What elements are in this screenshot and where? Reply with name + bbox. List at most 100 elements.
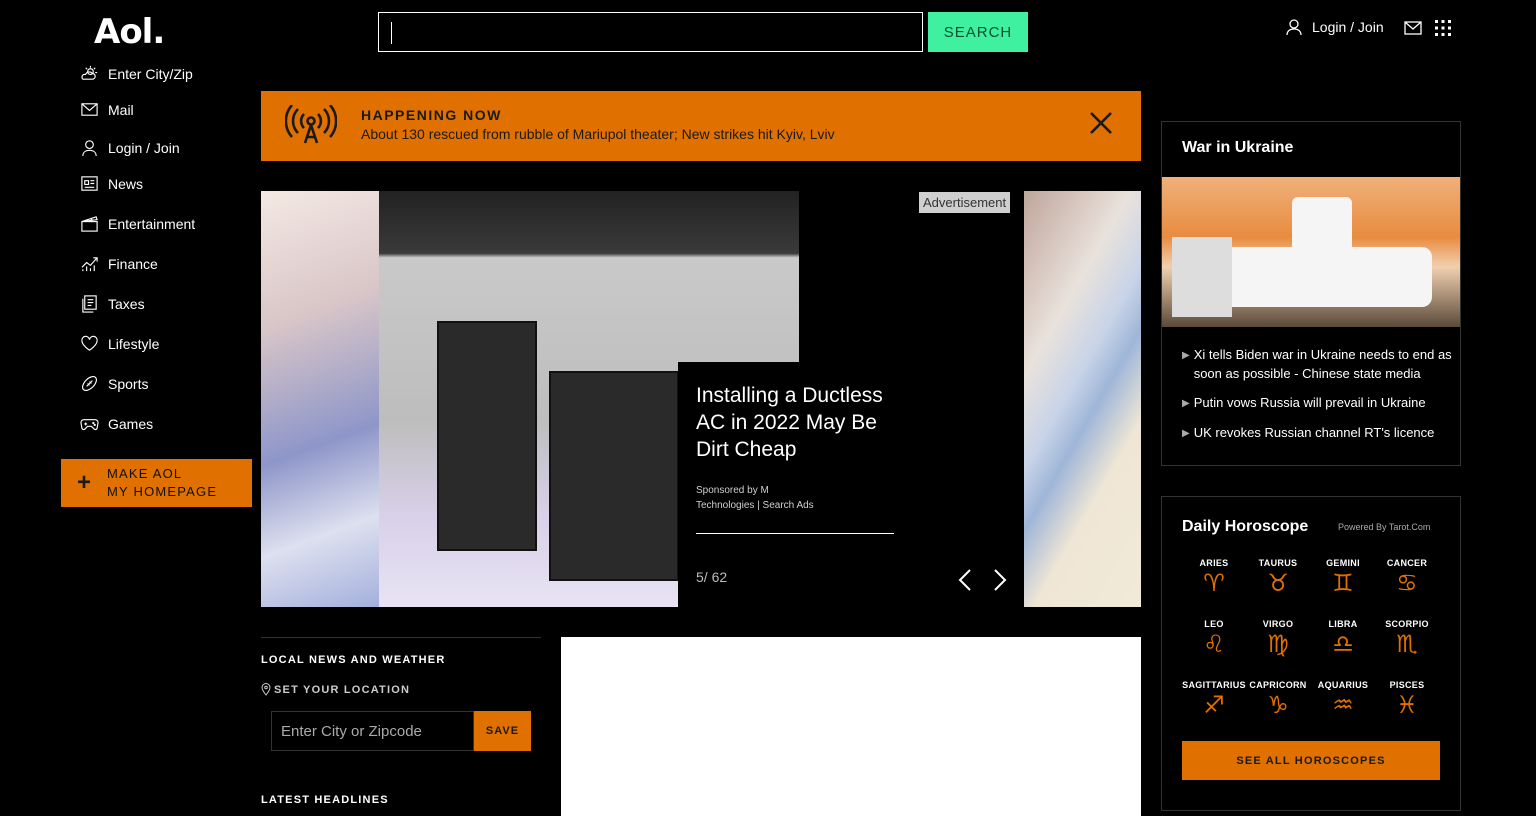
- sidebar-item-entertainment[interactable]: Entertainment: [80, 214, 195, 233]
- sidebar-item-news[interactable]: News: [80, 174, 143, 193]
- weather-icon: [81, 65, 98, 80]
- header-login-link[interactable]: Login / Join: [1285, 18, 1384, 36]
- war-headline-text: UK revokes Russian channel RT's licence: [1193, 425, 1435, 440]
- mail-icon: [81, 103, 98, 116]
- sidebar-item-lifestyle[interactable]: Lifestyle: [80, 334, 159, 353]
- sidebar-item-taxes[interactable]: Taxes: [80, 294, 145, 313]
- powered-by-label[interactable]: Powered By Tarot.Com: [1338, 522, 1430, 532]
- virgo-icon: ♍: [1267, 630, 1289, 658]
- slide-counter: 5/ 62: [696, 569, 728, 585]
- sign-name: SCORPIO: [1385, 619, 1429, 629]
- slide-sponsor: Sponsored by M Technologies | Search Ads: [696, 485, 814, 511]
- sidebar-item-games[interactable]: Games: [80, 414, 153, 433]
- sign-aquarius[interactable]: AQUARIUS ♒: [1311, 680, 1375, 720]
- make-homepage-button[interactable]: + MAKE AOL MY HOMEPAGE: [61, 459, 252, 507]
- war-heading[interactable]: War in Ukraine: [1182, 139, 1293, 157]
- see-all-horoscopes-button[interactable]: SEE ALL HOROSCOPES: [1182, 741, 1440, 780]
- zipcode-input[interactable]: Enter City or Zipcode: [271, 711, 474, 751]
- war-headline-text: Xi tells Biden war in Ukraine needs to e…: [1193, 347, 1452, 381]
- plus-icon: +: [76, 469, 91, 496]
- set-location-link[interactable]: SET YOUR LOCATION: [261, 683, 410, 696]
- sign-capricorn[interactable]: CAPRICORN ♑: [1246, 680, 1310, 720]
- search-input[interactable]: [378, 12, 923, 52]
- sidebar-item-label: Games: [108, 415, 154, 432]
- sidebar-item-label: Lifestyle: [108, 335, 160, 352]
- aries-icon: ♈: [1203, 569, 1225, 597]
- sign-taurus[interactable]: TAURUS ♉: [1246, 558, 1310, 598]
- sign-name: PISCES: [1389, 680, 1425, 690]
- sidebar-item-label: Entertainment: [108, 215, 196, 232]
- sign-name: TAURUS: [1258, 558, 1298, 568]
- slide-caption: Installing a Ductless AC in 2022 May Be …: [678, 362, 898, 607]
- sign-aries[interactable]: ARIES ♈: [1182, 558, 1246, 598]
- tank-body-image: [1202, 247, 1432, 307]
- ac-unit-image: [437, 321, 537, 551]
- sidebar-item-label: Mail: [108, 101, 134, 118]
- pisces-icon: ♓: [1396, 691, 1418, 719]
- search-button[interactable]: SEARCH: [928, 12, 1028, 52]
- advertisement-label: Advertisement: [919, 192, 1011, 213]
- local-news-panel: LOCAL NEWS AND WEATHER SET YOUR LOCATION…: [261, 637, 541, 806]
- sign-name: GEMINI: [1326, 558, 1360, 568]
- taurus-icon: ♉: [1267, 569, 1289, 597]
- text-caret: [391, 22, 392, 44]
- sidebar-item-label: Enter City/Zip: [108, 65, 193, 82]
- next-slide-image[interactable]: [1024, 191, 1141, 607]
- sign-libra[interactable]: LIBRA ♎: [1311, 619, 1375, 659]
- clapper-icon: [81, 216, 98, 232]
- leo-icon: ♌: [1203, 630, 1225, 658]
- sign-scorpio[interactable]: SCORPIO ♏: [1375, 619, 1439, 659]
- banner-text[interactable]: About 130 rescued from rubble of Mariupo…: [361, 126, 835, 142]
- sign-leo[interactable]: LEO ♌: [1182, 619, 1246, 659]
- sidebar-item-weather[interactable]: Enter City/Zip: [80, 64, 193, 83]
- triangle-bullet-icon: ▶: [1182, 398, 1190, 409]
- sign-virgo[interactable]: VIRGO ♍: [1246, 619, 1310, 659]
- user-icon: [82, 140, 97, 157]
- sign-sagittarius[interactable]: SAGITTARIUS ♐: [1182, 680, 1246, 720]
- slide-headline[interactable]: Installing a Ductless AC in 2022 May Be …: [696, 382, 896, 463]
- war-headline-text: Putin vows Russia will prevail in Ukrain…: [1193, 395, 1426, 410]
- aquarius-icon: ♒: [1332, 691, 1354, 719]
- war-in-ukraine-module: War in Ukraine ▶ Xi tells Biden war in Uk…: [1161, 121, 1461, 466]
- sign-name: LIBRA: [1328, 619, 1358, 629]
- sign-name: SAGITTARIUS: [1182, 680, 1246, 690]
- aol-logo[interactable]: Aol.: [94, 12, 165, 52]
- tank-image[interactable]: [1162, 177, 1460, 327]
- previous-slide-image[interactable]: [261, 191, 379, 607]
- caption-divider: [696, 533, 894, 534]
- heart-icon: [81, 335, 98, 351]
- chevron-right-icon[interactable]: [993, 568, 1007, 592]
- sign-name: CAPRICORN: [1249, 680, 1307, 690]
- sidebar-item-login[interactable]: Login / Join: [80, 138, 180, 157]
- football-icon: [82, 376, 97, 391]
- header-login-label: Login / Join: [1312, 19, 1384, 35]
- gemini-icon: ♊: [1332, 569, 1354, 597]
- sidebar-item-label: Taxes: [108, 295, 145, 312]
- apps-grid-icon[interactable]: [1434, 19, 1452, 37]
- chevron-left-icon[interactable]: [958, 568, 972, 592]
- latest-headlines-heading: LATEST HEADLINES: [261, 794, 389, 806]
- tank-turret-image: [1292, 197, 1352, 252]
- make-home-line2: MY HOMEPAGE: [107, 484, 218, 499]
- close-icon[interactable]: [1089, 111, 1113, 135]
- sign-name: AQUARIUS: [1317, 680, 1369, 690]
- sidebar-item-finance[interactable]: Finance: [80, 254, 158, 273]
- sign-gemini[interactable]: GEMINI ♊: [1311, 558, 1375, 598]
- scorpio-icon: ♏: [1396, 630, 1418, 658]
- sidebar-item-mail[interactable]: Mail: [80, 100, 134, 119]
- war-headline-item[interactable]: ▶ Putin vows Russia will prevail in Ukrai…: [1182, 393, 1452, 413]
- sign-name: ARIES: [1199, 558, 1229, 568]
- sign-pisces[interactable]: PISCES ♓: [1375, 680, 1439, 720]
- sign-cancer[interactable]: CANCER ♋: [1375, 558, 1439, 598]
- document-icon: [82, 295, 97, 313]
- local-news-heading: LOCAL NEWS AND WEATHER: [261, 654, 446, 666]
- news-carousel: Installing a Ductless AC in 2022 May Be …: [261, 191, 1141, 607]
- war-headline-item[interactable]: ▶ UK revokes Russian channel RT's licence: [1182, 423, 1452, 443]
- war-headline-item[interactable]: ▶ Xi tells Biden war in Ukraine needs to …: [1182, 345, 1452, 383]
- sidebar-item-sports[interactable]: Sports: [80, 374, 148, 393]
- save-location-button[interactable]: SAVE: [474, 711, 531, 751]
- capricorn-icon: ♑: [1267, 691, 1289, 719]
- mail-icon[interactable]: [1404, 20, 1422, 36]
- happening-now-banner[interactable]: HAPPENING NOW About 130 rescued from rub…: [261, 91, 1141, 161]
- gamepad-icon: [80, 419, 99, 431]
